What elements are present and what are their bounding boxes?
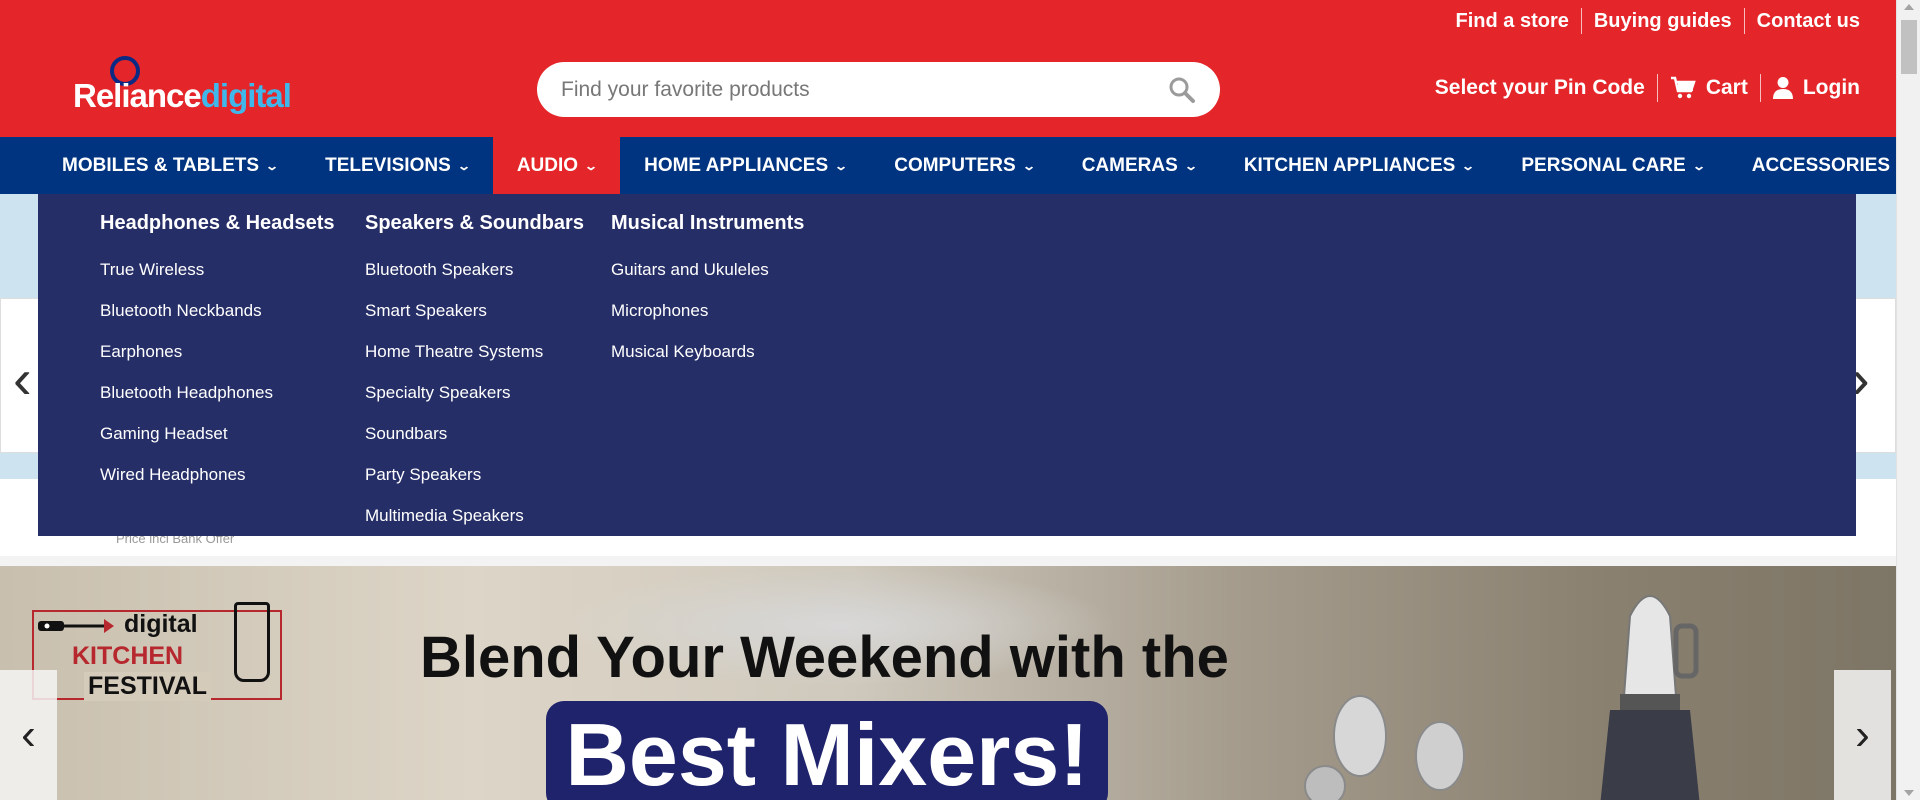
menu-link[interactable]: Guitars and Ukuleles	[611, 249, 804, 290]
user-icon	[1772, 77, 1793, 99]
menu-heading[interactable]: Speakers & Soundbars	[365, 212, 584, 235]
menu-link[interactable]: Specialty Speakers	[365, 372, 584, 413]
nav-item-label: KITCHEN APPLIANCES	[1243, 154, 1456, 176]
scroll-up-icon[interactable]	[1904, 4, 1914, 10]
menu-link[interactable]: Microphones	[611, 290, 804, 331]
menu-link[interactable]: True Wireless	[100, 249, 335, 290]
nav-item-label: TELEVISIONS	[325, 154, 451, 176]
site-logo[interactable]: Reliancedigital	[73, 56, 292, 116]
chevron-down-icon: ⌄	[1461, 158, 1476, 173]
kitchen-festival-logo: digital KITCHEN FESTIVAL	[32, 602, 282, 701]
festival-line-3: FESTIVAL	[84, 672, 211, 701]
blender-jar-icon	[234, 602, 270, 682]
cart-button[interactable]: Cart	[1658, 76, 1760, 100]
cart-icon	[1670, 76, 1696, 99]
find-store-link[interactable]: Find a store	[1444, 9, 1581, 33]
scroll-thumb[interactable]	[1901, 20, 1917, 74]
banner-next-button[interactable]: ›	[1834, 670, 1891, 800]
menu-link[interactable]: Home Theatre Systems	[365, 331, 584, 372]
login-button[interactable]: Login	[1761, 76, 1860, 100]
nav-item-kitchen-appliances[interactable]: KITCHEN APPLIANCES ⌄	[1220, 137, 1498, 194]
nav-item-label: COMPUTERS	[894, 154, 1016, 176]
nav-item-label: HOME APPLIANCES	[644, 154, 829, 176]
banner-highlight: Best Mixers!	[546, 701, 1108, 800]
menu-link[interactable]: Bluetooth Speakers	[365, 249, 584, 290]
nav-item-computers[interactable]: COMPUTERS ⌄	[870, 137, 1057, 194]
mixer-grinder-image	[1600, 595, 1700, 800]
cart-label: Cart	[1705, 76, 1748, 99]
mixer-jars-image	[1304, 695, 1465, 800]
carousel-prev-icon[interactable]: ‹	[13, 351, 32, 407]
chevron-down-icon: ⌄	[584, 158, 599, 173]
menu-link[interactable]: Musical Keyboards	[611, 331, 804, 372]
hand-blender-icon	[38, 619, 114, 633]
menu-link[interactable]: Smart Speakers	[365, 290, 584, 331]
menu-link[interactable]: Multimedia Speakers	[365, 495, 584, 536]
main-nav: MOBILES & TABLETS ⌄ TELEVISIONS ⌄ AUDIO ⌄ H…	[0, 137, 1896, 194]
festival-line-1: digital	[124, 610, 198, 638]
banner-headline: Blend Your Weekend with the	[420, 625, 1229, 690]
nav-item-home-appliances[interactable]: HOME APPLIANCES ⌄	[620, 137, 870, 194]
menu-heading[interactable]: Headphones & Headsets	[100, 212, 335, 235]
page: Find a store Buying guides Contact us Re…	[0, 0, 1896, 800]
menu-link[interactable]: Gaming Headset	[100, 413, 335, 454]
chevron-down-icon: ⌄	[834, 158, 849, 173]
menu-column-musical-instruments: Musical Instruments Guitars and Ukuleles…	[611, 194, 804, 372]
page-scrollbar[interactable]	[1896, 0, 1920, 800]
nav-item-mobiles-tablets[interactable]: MOBILES & TABLETS ⌄	[38, 137, 301, 194]
menu-column-speakers: Speakers & Soundbars Bluetooth Speakers …	[365, 194, 584, 536]
menu-link[interactable]: Wired Headphones	[100, 454, 335, 495]
search-input[interactable]	[561, 77, 1168, 102]
nav-item-label: ACCESSORIES	[1751, 154, 1891, 176]
nav-item-cameras[interactable]: CAMERAS ⌄	[1058, 137, 1220, 194]
nav-item-audio[interactable]: AUDIO ⌄	[492, 137, 621, 194]
menu-link[interactable]: Soundbars	[365, 413, 584, 454]
chevron-down-icon: ⌄	[265, 158, 280, 173]
menu-link[interactable]: Bluetooth Headphones	[100, 372, 335, 413]
nav-item-personal-care[interactable]: PERSONAL CARE ⌄	[1497, 137, 1727, 194]
pin-code-label: Select your Pin Code	[1434, 76, 1645, 99]
site-header: Find a store Buying guides Contact us Re…	[0, 0, 1896, 137]
scroll-down-icon[interactable]	[1904, 790, 1914, 796]
contact-us-link[interactable]: Contact us	[1745, 9, 1860, 33]
nav-item-accessories[interactable]: ACCESSORIES⌄	[1728, 137, 1896, 194]
login-label: Login	[1802, 76, 1860, 99]
nav-item-label: MOBILES & TABLETS	[62, 154, 260, 176]
search-icon[interactable]	[1168, 76, 1196, 104]
audio-mega-menu: Headphones & Headsets True Wireless Blue…	[38, 194, 1856, 536]
chevron-down-icon: ⌄	[456, 158, 471, 173]
nav-item-label: PERSONAL CARE	[1521, 154, 1686, 176]
nav-item-label: AUDIO	[516, 154, 579, 176]
chevron-down-icon: ⌄	[1691, 158, 1706, 173]
banner-prev-button[interactable]: ‹	[0, 670, 57, 800]
logo-text: Reliancedigital	[73, 77, 292, 114]
nav-item-televisions[interactable]: TELEVISIONS ⌄	[301, 137, 493, 194]
festival-line-2: KITCHEN	[72, 642, 184, 670]
menu-link[interactable]: Bluetooth Neckbands	[100, 290, 335, 331]
search-bar	[537, 62, 1220, 117]
chevron-down-icon: ⌄	[1021, 158, 1036, 173]
chevron-right-icon: ›	[1855, 710, 1870, 759]
pin-code-button[interactable]: Select your Pin Code	[1423, 76, 1657, 100]
chevron-left-icon: ‹	[21, 710, 36, 759]
menu-link[interactable]: Earphones	[100, 331, 335, 372]
buying-guides-link[interactable]: Buying guides	[1582, 9, 1744, 33]
header-actions: Select your Pin Code Cart Login	[1423, 74, 1860, 102]
menu-heading[interactable]: Musical Instruments	[611, 212, 804, 235]
top-links: Find a store Buying guides Contact us	[1444, 8, 1860, 34]
nav-item-label: CAMERAS	[1081, 154, 1178, 176]
chevron-down-icon: ⌄	[1183, 158, 1198, 173]
promo-banner[interactable]: digital KITCHEN FESTIVAL Blend Your Week…	[0, 566, 1896, 800]
menu-column-headphones: Headphones & Headsets True Wireless Blue…	[100, 194, 335, 495]
menu-link[interactable]: Party Speakers	[365, 454, 584, 495]
